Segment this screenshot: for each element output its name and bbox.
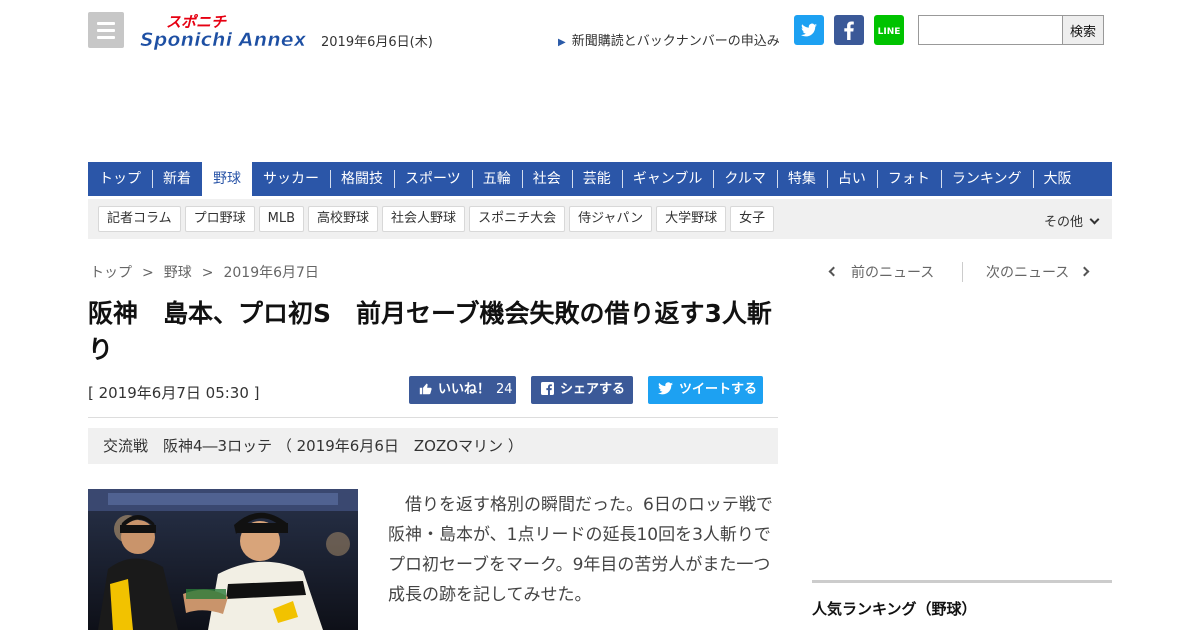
article-title: 阪神 島本、プロ初S 前月セーブ機会失敗の借り返す3人斬り (88, 299, 772, 364)
like-button[interactable]: いいね！ 24 (409, 376, 516, 404)
sidebar-ad-space (812, 296, 1112, 576)
chevron-right-icon (1079, 266, 1090, 277)
sub-nav-item[interactable]: 記者コラム (98, 206, 181, 232)
thumbs-up-icon (419, 383, 432, 395)
menu-icon[interactable] (88, 12, 124, 48)
sub-nav-item[interactable]: スポニチ大会 (469, 206, 566, 232)
sidebar-divider (812, 580, 1112, 583)
nav-item[interactable]: 格闘技 (330, 162, 394, 196)
nav-item[interactable]: サッカー (252, 162, 330, 196)
nav-item[interactable]: 社会 (521, 162, 572, 196)
twitter-bird-icon (658, 382, 673, 395)
tweet-button[interactable]: ツイートする (648, 376, 763, 404)
facebook-share-label: シェアする (560, 382, 626, 397)
sub-nav-item[interactable]: MLB (258, 206, 305, 232)
breadcrumb-item-baseball[interactable]: 野球 (164, 265, 192, 281)
header-date: 2019年6月6日(木) (321, 35, 433, 50)
nav-item[interactable]: 新着 (152, 162, 202, 196)
pager-divider (962, 262, 963, 282)
nav-item[interactable]: ギャンブル (621, 162, 714, 196)
twitter-icon[interactable] (794, 15, 824, 45)
triangle-right-icon: ▶ (558, 37, 566, 48)
facebook-icon (541, 382, 554, 395)
nav-item[interactable]: 五輪 (471, 162, 522, 196)
line-icon-label: LINE (878, 27, 901, 37)
line-icon[interactable]: LINE (874, 15, 904, 45)
ranking-title: 人気ランキング（野球） (812, 600, 977, 618)
breadcrumb: トップ > 野球 >2019年6月7日 (90, 262, 319, 282)
breadcrumb-separator: > (142, 265, 154, 281)
like-label: いいね！ (438, 382, 491, 397)
prev-news-label: 前のニュース (851, 265, 935, 281)
breadcrumb-separator: > (201, 265, 214, 281)
article-timestamp: [ 2019年6月7日 05:30 ] (88, 384, 260, 402)
subscribe-link-label: 新聞購読とバックナンバーの申込み (571, 34, 780, 49)
sub-nav-item[interactable]: プロ野球 (184, 206, 255, 232)
article-divider (88, 417, 778, 418)
search-button[interactable]: 検索 (1062, 15, 1104, 45)
nav-item[interactable]: スポーツ (394, 162, 472, 196)
like-count: 24 (496, 382, 513, 397)
tweet-label: ツイートする (679, 382, 758, 397)
nav-item[interactable]: クルマ (713, 162, 777, 196)
nav-item[interactable]: 大阪 (1032, 162, 1083, 196)
sub-nav: 記者コラム プロ野球 MLB 高校野球 社会人野球 スポニチ大会 侍ジャパン 大学野球 女子 そ… (88, 199, 1112, 239)
logo-text: Sponichi Annex (140, 29, 307, 50)
nav-item[interactable]: ランキング (940, 162, 1033, 196)
sub-nav-item[interactable]: 高校野球 (308, 206, 379, 232)
prev-news-link[interactable]: 前のニュース (828, 262, 935, 282)
main-nav: トップ 新着 野球 サッカー 格闘技 スポーツ 五輪 社会 芸能 ギャンブル クルマ 特集 占い フォトラ… (88, 162, 1112, 196)
game-info: 交流戦 阪神4―3ロッテ （ 2019年6月6日 ZOZOマリン ） (88, 428, 778, 464)
nav-item[interactable]: トップ (88, 162, 152, 196)
breadcrumb-item-date[interactable]: 2019年6月7日 (223, 265, 318, 281)
facebook-share-button[interactable]: シェアする (531, 376, 633, 404)
nav-item[interactable]: 占い (826, 162, 877, 196)
chevron-down-icon (1089, 214, 1100, 225)
subscribe-link[interactable]: ▶ 新聞購読とバックナンバーの申込み (558, 30, 780, 49)
nav-item[interactable]: 芸能 (571, 162, 622, 196)
search-input[interactable] (918, 15, 1064, 45)
next-news-label: 次のニュース (986, 265, 1070, 281)
sub-nav-item[interactable]: 侍ジャパン (569, 206, 653, 232)
sub-nav-more-button[interactable]: その他 (1043, 211, 1100, 230)
nav-item[interactable]: フォト (876, 162, 941, 196)
sub-nav-items: 記者コラム プロ野球 MLB 高校野球 社会人野球 スポニチ大会 侍ジャパン 大学野球 女子 (98, 206, 778, 232)
sub-nav-item[interactable]: 女子 (730, 206, 775, 232)
nav-item[interactable]: 野球 (202, 162, 252, 196)
chevron-left-icon (828, 266, 839, 277)
site-header: スポニチ Sponichi Annex 2019年6月6日(木) ▶ 新聞購読とバ… (88, 12, 1112, 52)
article-body: 借りを返す格別の瞬間だった。6日のロッテ戦で阪神・島本が、1点リードの延長10回… (388, 495, 773, 605)
breadcrumb-item-top[interactable]: トップ (90, 265, 132, 281)
facebook-icon[interactable] (834, 15, 864, 45)
next-news-link[interactable]: 次のニュース (986, 262, 1090, 282)
sub-nav-item[interactable]: 社会人野球 (382, 206, 466, 232)
sub-nav-more-label: その他 (1043, 215, 1083, 230)
sub-nav-item[interactable]: 大学野球 (656, 206, 727, 232)
nav-item[interactable]: 特集 (776, 162, 827, 196)
site-logo[interactable]: スポニチ Sponichi Annex (138, 12, 308, 51)
article-photo[interactable] (88, 489, 358, 630)
